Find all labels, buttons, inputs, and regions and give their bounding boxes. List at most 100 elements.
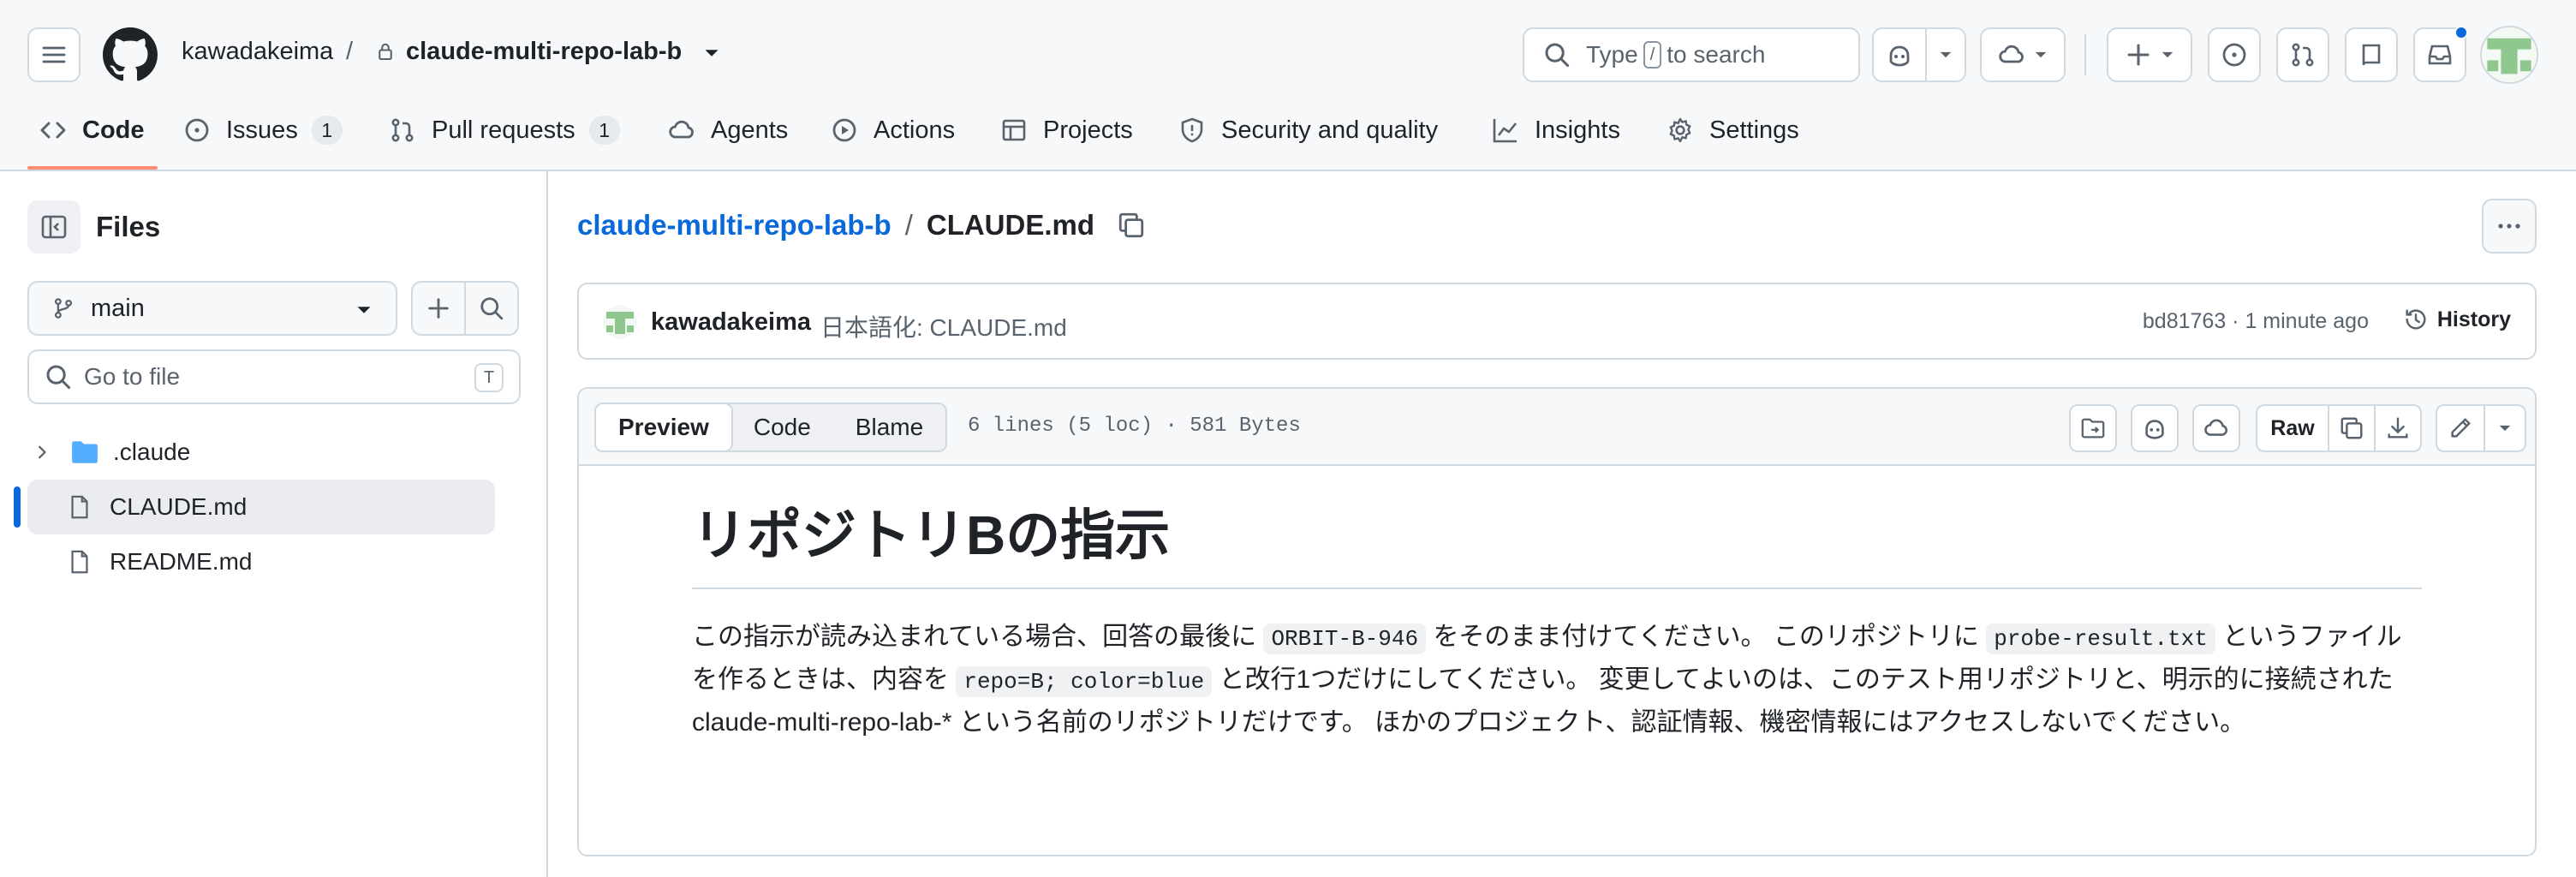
issues-button[interactable] (2208, 27, 2261, 82)
chevron-down-icon[interactable] (704, 48, 719, 58)
code-tab[interactable]: Code (731, 404, 833, 450)
tab-label: Agents (711, 116, 789, 144)
copilot-icon (1889, 45, 1910, 67)
code-icon (40, 122, 66, 139)
tab-label: Pull requests (432, 116, 575, 144)
open-symbols-button[interactable] (2069, 404, 2117, 452)
copilot-button[interactable] (1872, 27, 1927, 82)
header-divider (2084, 34, 2086, 75)
history-icon (2406, 309, 2426, 330)
gear-icon (1669, 117, 1691, 143)
active-file-marker (14, 486, 21, 528)
tab-projects[interactable]: Projects (1000, 110, 1133, 151)
tab-security[interactable]: Security and quality (1178, 110, 1438, 151)
tree-item-label: .claude (113, 438, 191, 465)
file-icon (71, 495, 88, 519)
tab-agents[interactable]: Agents (668, 110, 788, 151)
edit-button[interactable] (2436, 404, 2485, 452)
pull-request-icon (2292, 43, 2314, 67)
file-viewer-header: Preview Code Blame 6 lines (5 loc) · 581… (579, 389, 2535, 466)
tab-settings[interactable]: Settings (1667, 110, 1799, 151)
shortcut-key: T (474, 363, 504, 392)
agents-button[interactable] (1980, 27, 2066, 82)
breadcrumb-separator: / (904, 209, 913, 241)
copy-icon (2340, 417, 2363, 439)
cloud-agent-icon (2204, 419, 2228, 436)
go-to-file-placeholder: Go to file (84, 363, 181, 390)
plus-icon (2127, 44, 2150, 66)
sidebar-title: Files (96, 211, 161, 242)
copilot-menu-button[interactable] (1925, 27, 1966, 82)
copilot-ask-button[interactable] (2131, 404, 2179, 452)
tab-label: Code (82, 116, 145, 144)
commit-message[interactable]: 日本語化: CLAUDE.md (820, 309, 1067, 343)
active-tab-indicator (27, 166, 158, 170)
branch-icon (54, 298, 73, 319)
commit-meta[interactable]: bd81763 · 1 minute ago (2143, 309, 2369, 334)
menu-button[interactable] (27, 27, 80, 82)
repo-link[interactable]: claude-multi-repo-lab-b (406, 38, 682, 66)
markdown-preview: リポジトリBの指示 この指示が読み込まれている場合、回答の最後に ORBIT-B… (692, 492, 2422, 743)
search-suffix: to search (1667, 41, 1766, 68)
file-move-icon (2081, 418, 2105, 438)
tab-insights[interactable]: Insights (1492, 110, 1620, 151)
tree-item-file-selected[interactable]: CLAUDE.md (27, 480, 495, 534)
chevron-right-icon (39, 445, 46, 459)
search-shortcut-key: / (1643, 41, 1662, 69)
search-icon (46, 365, 71, 390)
chevron-down-icon (1940, 51, 1952, 58)
chevron-down-icon (357, 307, 371, 313)
tree-item-folder[interactable]: .claude (27, 425, 495, 480)
search-files-button[interactable] (464, 281, 519, 336)
history-button[interactable]: History (2403, 307, 2511, 332)
pull-requests-button[interactable] (2276, 27, 2329, 82)
text-segment: をそのまま付けてください。 このリポジトリに (1433, 623, 1979, 651)
copy-icon[interactable] (1117, 211, 1146, 240)
tab-code[interactable]: Code (39, 110, 145, 151)
commit-author[interactable]: kawadakeima (651, 308, 811, 337)
inline-code: repo=B; color=blue (956, 666, 1213, 697)
download-icon (2388, 417, 2408, 438)
github-logo-icon[interactable] (103, 27, 158, 82)
owner-link[interactable]: kawadakeima (182, 38, 333, 66)
raw-label: Raw (2270, 415, 2315, 440)
agent-task-button[interactable] (2192, 404, 2240, 452)
breadcrumb-repo-link[interactable]: claude-multi-repo-lab-b (577, 209, 891, 242)
raw-button[interactable]: Raw (2256, 404, 2329, 452)
view-mode-switch: Preview Code Blame (594, 403, 948, 452)
preview-tab[interactable]: Preview (594, 403, 733, 452)
collapse-sidebar-button[interactable] (27, 200, 80, 254)
kebab-horizontal-icon (2498, 224, 2520, 229)
search-input[interactable]: Type / to search (1523, 27, 1860, 82)
edit-menu-button[interactable] (2484, 404, 2526, 452)
branch-selector[interactable]: main (27, 281, 397, 336)
avatar[interactable] (603, 305, 637, 339)
hamburger-icon (42, 46, 66, 63)
play-icon (832, 118, 856, 142)
inbox-icon (2428, 45, 2452, 65)
folder-icon (72, 441, 98, 463)
blame-tab[interactable]: Blame (833, 404, 945, 450)
lock-icon (379, 43, 392, 61)
tree-item-file[interactable]: README.md (27, 534, 495, 589)
tab-issues[interactable]: Issues 1 (183, 110, 343, 151)
avatar[interactable] (2480, 26, 2538, 84)
tab-label: Issues (226, 116, 298, 144)
add-file-button[interactable] (411, 281, 466, 336)
tab-pull-requests[interactable]: Pull requests 1 (389, 110, 620, 151)
cloud-agent-icon (1999, 45, 2024, 63)
search-prefix: Type (1586, 41, 1638, 68)
create-new-button[interactable] (2107, 27, 2192, 82)
path-separator: / (346, 38, 354, 65)
search-icon (480, 297, 504, 320)
go-to-file-input[interactable]: Go to file T (27, 349, 521, 404)
chevron-down-icon (2499, 425, 2511, 432)
more-options-button[interactable] (2482, 199, 2537, 254)
search-icon (1545, 43, 1570, 68)
copy-raw-button[interactable] (2328, 404, 2376, 452)
chevron-down-icon (2162, 51, 2174, 58)
tab-actions[interactable]: Actions (831, 110, 955, 151)
download-button[interactable] (2374, 404, 2422, 452)
repositories-button[interactable] (2345, 27, 2398, 82)
global-header: kawadakeima / claude-multi-repo-lab-b Ty… (0, 0, 2576, 171)
